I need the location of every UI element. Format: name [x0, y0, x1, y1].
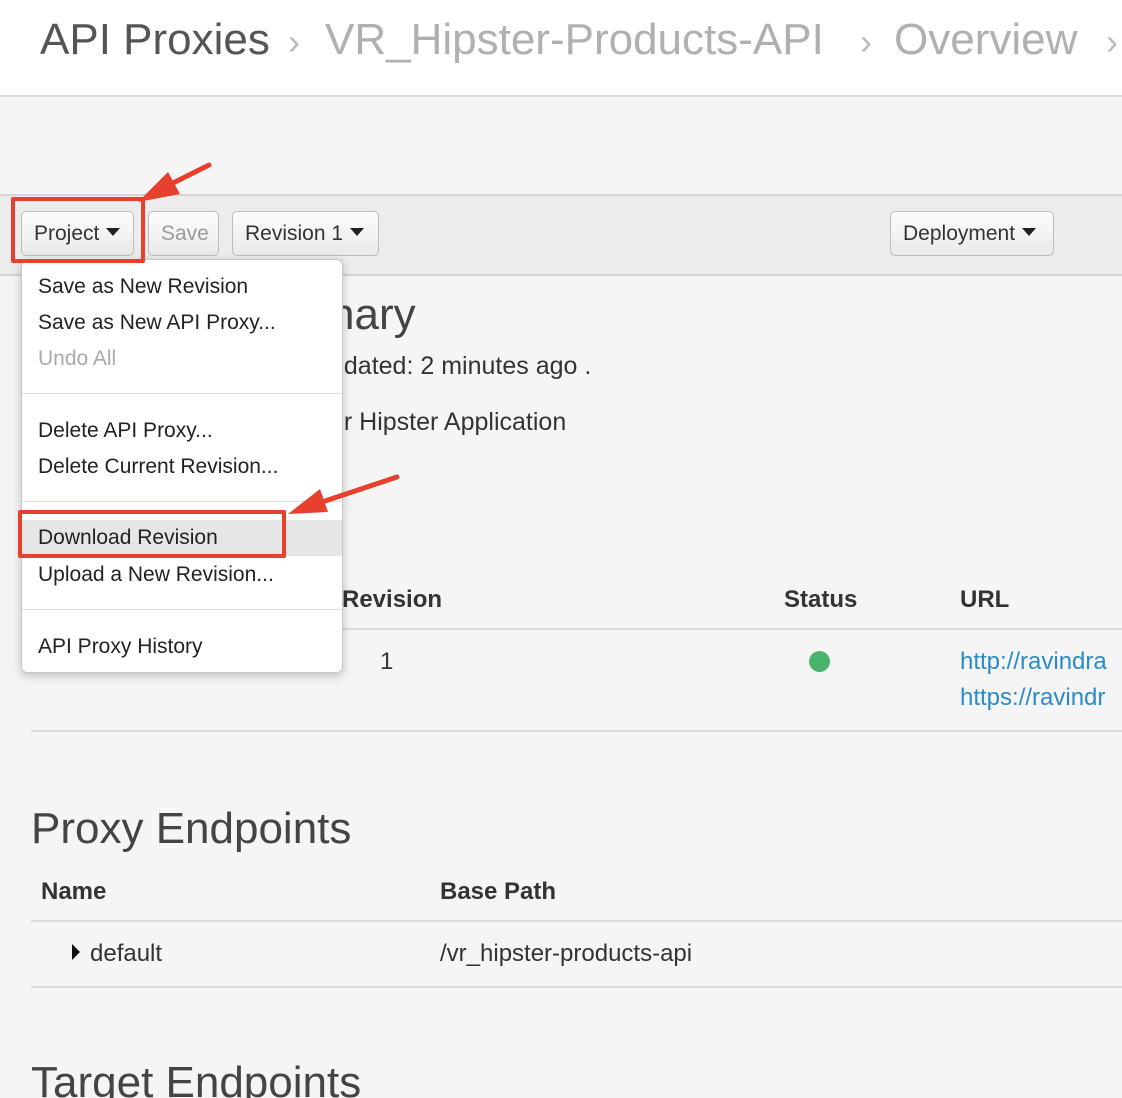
deployed-status-icon: [809, 651, 830, 672]
menu-divider: [22, 393, 342, 394]
menu-item-delete-api-proxy[interactable]: Delete API Proxy...: [22, 413, 342, 449]
column-header-base-path: Base Path: [440, 878, 557, 905]
expand-caret-icon[interactable]: [72, 944, 80, 960]
project-dropdown-button[interactable]: Project: [21, 211, 134, 256]
deployment-dropdown-button[interactable]: Deployment: [890, 211, 1054, 256]
deployment-button-label: Deployment: [903, 222, 1016, 245]
caret-down-icon: [350, 228, 365, 237]
menu-item-upload-new-revision[interactable]: Upload a New Revision...: [22, 557, 342, 593]
menu-item-delete-current-revision[interactable]: Delete Current Revision...: [22, 449, 342, 485]
table-divider: [31, 986, 1122, 988]
menu-item-undo-all[interactable]: Undo All: [22, 341, 342, 377]
breadcrumb-separator-icon: ›: [288, 21, 300, 62]
menu-divider: [22, 609, 342, 610]
breadcrumb-separator-icon: ›: [1106, 21, 1118, 62]
column-header-status: Status: [784, 586, 858, 613]
save-button[interactable]: Save: [148, 211, 219, 256]
proxy-description: or Hipster Application: [330, 408, 567, 436]
menu-item-save-as-new-api-proxy[interactable]: Save as New API Proxy...: [22, 305, 342, 341]
proxy-endpoints-heading: Proxy Endpoints: [31, 804, 352, 853]
target-endpoints-heading: Target Endpoints: [31, 1058, 362, 1098]
caret-down-icon: [106, 228, 121, 237]
proxy-endpoint-base-path: /vr_hipster-products-api: [440, 940, 693, 967]
deployment-revision-value: 1: [380, 648, 394, 675]
revision-dropdown-button[interactable]: Revision 1: [232, 211, 379, 256]
menu-divider: [22, 501, 342, 502]
menu-item-api-proxy-history[interactable]: API Proxy History: [22, 629, 342, 665]
menu-item-save-as-new-revision[interactable]: Save as New Revision: [22, 269, 342, 305]
proxy-endpoint-name[interactable]: default: [90, 940, 162, 968]
table-divider: [31, 730, 1122, 732]
last-updated-text: odated: 2 minutes ago .: [330, 352, 592, 380]
project-dropdown-menu: Save as New Revision Save as New API Pro…: [21, 259, 343, 673]
breadcrumb-api-proxies[interactable]: API Proxies: [40, 14, 270, 66]
breadcrumb-separator-icon: ›: [860, 21, 872, 62]
column-header-name: Name: [41, 878, 107, 905]
table-divider: [31, 920, 1122, 922]
column-header-url: URL: [960, 586, 1010, 613]
breadcrumb-proxy-name[interactable]: VR_Hipster-Products-API: [325, 14, 824, 66]
page-header: API Proxies › VR_Hipster-Products-API › …: [0, 0, 1122, 97]
breadcrumb-overview[interactable]: Overview: [894, 14, 1077, 66]
deployment-https-url-link[interactable]: https://ravindr: [960, 684, 1105, 712]
column-header-revision: Revision: [342, 586, 443, 613]
project-button-label: Project: [34, 222, 100, 245]
deployment-http-url-link[interactable]: http://ravindra: [960, 648, 1107, 676]
revision-button-label: Revision 1: [245, 222, 344, 245]
caret-down-icon: [1022, 228, 1037, 237]
menu-item-download-revision[interactable]: Download Revision: [22, 520, 342, 556]
